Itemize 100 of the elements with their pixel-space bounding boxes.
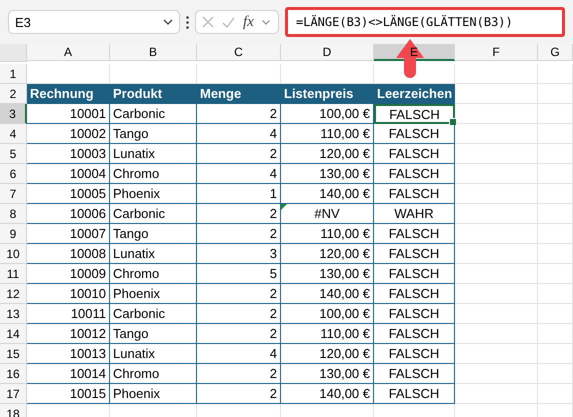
- grid-cell[interactable]: [455, 344, 538, 364]
- table-cell: FALSCH: [374, 264, 455, 284]
- grid-cell[interactable]: [455, 284, 538, 304]
- grid-cell[interactable]: [455, 264, 538, 284]
- select-all-corner[interactable]: [0, 44, 27, 62]
- table-cell: 10008: [27, 244, 110, 264]
- table-cell: Tango: [110, 124, 197, 144]
- column-header[interactable]: G: [538, 44, 573, 61]
- row-header[interactable]: 2: [0, 84, 27, 104]
- grid-cell[interactable]: [538, 184, 573, 204]
- column-header[interactable]: A: [27, 44, 110, 61]
- table-cell: FALSCH: [374, 384, 455, 404]
- row-header[interactable]: 4: [0, 124, 27, 144]
- selected-cell[interactable]: FALSCH: [374, 104, 455, 124]
- column-header[interactable]: B: [110, 44, 197, 61]
- grid-cell[interactable]: [538, 164, 573, 184]
- table-cell: 2: [197, 384, 281, 404]
- table-header-cell: Leerzeichen: [374, 84, 455, 104]
- table-cell: 3: [197, 244, 281, 264]
- row-header[interactable]: 11: [0, 264, 27, 284]
- row-header[interactable]: 13: [0, 304, 27, 324]
- table-cell: Phoenix: [110, 384, 197, 404]
- table-cell: Chromo: [110, 364, 197, 384]
- table-cell: 10015: [27, 384, 110, 404]
- grid-cell[interactable]: [455, 324, 538, 344]
- table-cell: 100,00 €: [281, 304, 374, 324]
- error-indicator-icon: [281, 204, 287, 210]
- grid-cell[interactable]: [455, 384, 538, 404]
- row-header[interactable]: 3: [0, 104, 27, 124]
- row-header[interactable]: 1: [0, 64, 27, 84]
- table-cell: 10012: [27, 324, 110, 344]
- grid-cell[interactable]: [538, 224, 573, 244]
- table-cell: 110,00 €: [281, 124, 374, 144]
- table-cell: 130,00 €: [281, 264, 374, 284]
- grid-cell[interactable]: [455, 304, 538, 324]
- fill-handle[interactable]: [449, 118, 457, 126]
- grid-cell[interactable]: [538, 84, 573, 104]
- grid-cell[interactable]: [538, 364, 573, 384]
- table-cell: Lunatix: [110, 344, 197, 364]
- row-header[interactable]: 17: [0, 384, 27, 404]
- grid-cell[interactable]: [455, 364, 538, 384]
- grid-cell[interactable]: [455, 124, 538, 144]
- grid-cell[interactable]: [455, 104, 538, 124]
- column-header[interactable]: D: [281, 44, 374, 61]
- row-header[interactable]: 12: [0, 284, 27, 304]
- grid-cell[interactable]: [538, 204, 573, 224]
- column-header[interactable]: C: [197, 44, 281, 61]
- name-box[interactable]: E3: [8, 10, 180, 34]
- table-cell: 4: [197, 164, 281, 184]
- table-cell: #NV: [281, 204, 374, 224]
- grid-cell[interactable]: [538, 384, 573, 404]
- table-cell: 4: [197, 344, 281, 364]
- grid-cell[interactable]: [538, 344, 573, 364]
- table-cell: 10007: [27, 224, 110, 244]
- table-cell: FALSCH: [374, 344, 455, 364]
- chevron-icon[interactable]: [262, 20, 270, 24]
- grid-cell[interactable]: [538, 124, 573, 144]
- grid-cell[interactable]: [538, 144, 573, 164]
- table-cell: 10011: [27, 304, 110, 324]
- table-cell: 10002: [27, 124, 110, 144]
- table-cell: FALSCH: [374, 284, 455, 304]
- column-header[interactable]: F: [455, 44, 538, 61]
- grid-cell[interactable]: [455, 244, 538, 264]
- cancel-icon[interactable]: [202, 16, 214, 28]
- grid-cell[interactable]: [455, 224, 538, 244]
- table-cell: 140,00 €: [281, 184, 374, 204]
- row-header[interactable]: 15: [0, 344, 27, 364]
- table-header-cell: Rechnung: [27, 84, 110, 104]
- grid-cell[interactable]: [538, 64, 573, 84]
- row-header[interactable]: 7: [0, 184, 27, 204]
- row-header[interactable]: 5: [0, 144, 27, 164]
- grid-cell[interactable]: [538, 324, 573, 344]
- formula-field[interactable]: =LÄNGE(B3)<>LÄNGE(GLÄTTEN(B3)): [285, 7, 565, 37]
- row-header[interactable]: 10: [0, 244, 27, 264]
- grid-cell[interactable]: [455, 204, 538, 224]
- check-icon[interactable]: [222, 16, 235, 28]
- grid-cell[interactable]: [455, 84, 538, 104]
- grid-cell[interactable]: [538, 264, 573, 284]
- row-header[interactable]: 8: [0, 204, 27, 224]
- grid-cell[interactable]: [455, 184, 538, 204]
- table-cell: 5: [197, 264, 281, 284]
- grid-cell[interactable]: [455, 144, 538, 164]
- insert-function-button[interactable]: fx: [243, 14, 254, 30]
- chevron-icon: [163, 19, 173, 25]
- grid-cell[interactable]: [538, 284, 573, 304]
- row-header[interactable]: 9: [0, 224, 27, 244]
- grid-cell[interactable]: [455, 64, 538, 84]
- table-header-cell: Menge: [197, 84, 281, 104]
- more-icon[interactable]: [186, 16, 189, 28]
- table-header-cell: Produkt: [110, 84, 197, 104]
- table-cell: 10013: [27, 344, 110, 364]
- grid-cell[interactable]: [538, 104, 573, 124]
- table-cell: Tango: [110, 224, 197, 244]
- grid-cell[interactable]: [455, 164, 538, 184]
- row-header[interactable]: 16: [0, 364, 27, 384]
- grid-cell[interactable]: [538, 304, 573, 324]
- row-header[interactable]: 14: [0, 324, 27, 344]
- row-header[interactable]: 6: [0, 164, 27, 184]
- grid-cell[interactable]: [538, 244, 573, 264]
- table-cell: Chromo: [110, 164, 197, 184]
